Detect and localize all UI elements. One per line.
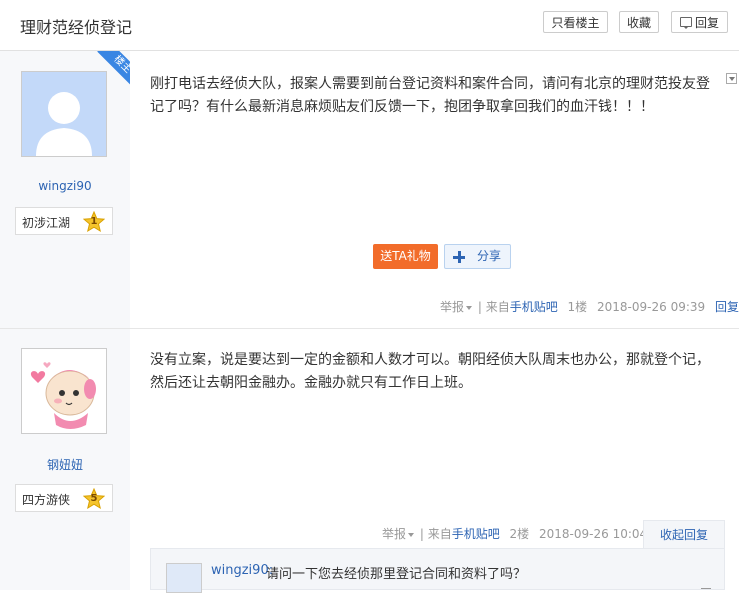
avatar[interactable] <box>21 348 107 434</box>
level-number: 5 <box>90 493 98 504</box>
star-level-icon: 5 <box>83 488 105 510</box>
author-name[interactable]: wingzi90 <box>0 179 130 193</box>
post-meta: 举报 | 来自手机贴吧 1楼 2018-09-26 09:39 回复 <box>440 298 739 315</box>
sub-reply-panel: wingzi90: 请问一下您去经侦那里登记合同和资料了吗？ <box>150 548 725 593</box>
source-prefix: | 来自 <box>419 527 452 541</box>
floor-number: 1楼 <box>567 300 588 314</box>
only-op-button[interactable]: 只看楼主 <box>543 11 608 33</box>
sub-reply-text: 请问一下您去经侦那里登记合同和资料了吗？ <box>266 567 527 582</box>
author-sidebar: wingzi90 初涉江湖 1 <box>0 51 130 328</box>
level-name: 四方游侠 <box>22 493 71 507</box>
post-floor-2: 钢妞妞 四方游侠 5 没有立案，说是要达到一定的金额和人数才可以。朝阳经侦大队周… <box>0 329 739 593</box>
dropdown-triangle-icon[interactable] <box>408 532 415 537</box>
reply-link[interactable]: 回复 <box>715 300 739 314</box>
reply-button[interactable]: 回复 <box>671 11 728 33</box>
favorite-button[interactable]: 收藏 <box>619 11 659 33</box>
level-name: 初涉江湖 <box>22 216 71 230</box>
dropdown-triangle-icon[interactable] <box>466 305 473 310</box>
report-link[interactable]: 举报 <box>440 300 464 314</box>
level-badge[interactable]: 初涉江湖 1 <box>15 207 113 235</box>
thread-header: 理财范经侦登记 只看楼主 收藏 回复 <box>0 0 739 51</box>
share-label: 分享 <box>477 249 502 263</box>
post-content: 没有立案，说是要达到一定的金额和人数才可以。朝阳经侦大队周末也办公，那就登个记，… <box>150 352 710 391</box>
thread-title: 理财范经侦登记 <box>20 18 133 37</box>
source-prefix: | 来自 <box>477 300 510 314</box>
author-sidebar: 钢妞妞 四方游侠 5 <box>0 329 130 590</box>
floor-number: 2楼 <box>509 527 530 541</box>
post-time: 2018-09-26 10:04 <box>539 527 648 541</box>
dropdown-triangle-icon[interactable] <box>726 73 737 84</box>
source-link[interactable]: 手机贴吧 <box>510 300 558 314</box>
post-meta: 举报 | 来自手机贴吧 2楼 2018-09-26 10:04 <box>382 525 647 542</box>
op-badge: 楼主 <box>93 51 130 88</box>
source-link[interactable]: 手机贴吧 <box>452 527 500 541</box>
avatar[interactable] <box>166 563 202 593</box>
collapse-replies-button[interactable]: 收起回复 <box>643 520 725 550</box>
post-time: 2018-09-26 09:39 <box>597 300 706 314</box>
sub-reply-author[interactable]: wingzi90: <box>211 563 273 578</box>
reply-button-label: 回复 <box>694 16 719 30</box>
send-gift-button[interactable]: 送TA礼物 <box>373 244 438 269</box>
post-content: 刚打电话去经侦大队，报案人需要到前台登记资料和案件合同，请问有北京的理财范投友登… <box>150 76 710 115</box>
collapse-arrow-icon[interactable] <box>701 588 711 589</box>
report-link[interactable]: 举报 <box>382 527 406 541</box>
level-badge[interactable]: 四方游侠 5 <box>15 484 113 512</box>
author-name[interactable]: 钢妞妞 <box>0 456 130 473</box>
post-floor-1: wingzi90 初涉江湖 1 楼主 刚打电话去经侦大队，报案人需要到前台登记资… <box>0 51 739 329</box>
avatar-cartoon-icon <box>22 349 106 433</box>
share-plus-icon <box>453 251 465 263</box>
star-level-icon: 1 <box>83 211 105 233</box>
reply-icon <box>680 17 692 29</box>
op-badge-label: 楼主 <box>97 51 130 88</box>
share-button[interactable]: 分享 <box>444 244 511 269</box>
level-number: 1 <box>90 216 98 227</box>
